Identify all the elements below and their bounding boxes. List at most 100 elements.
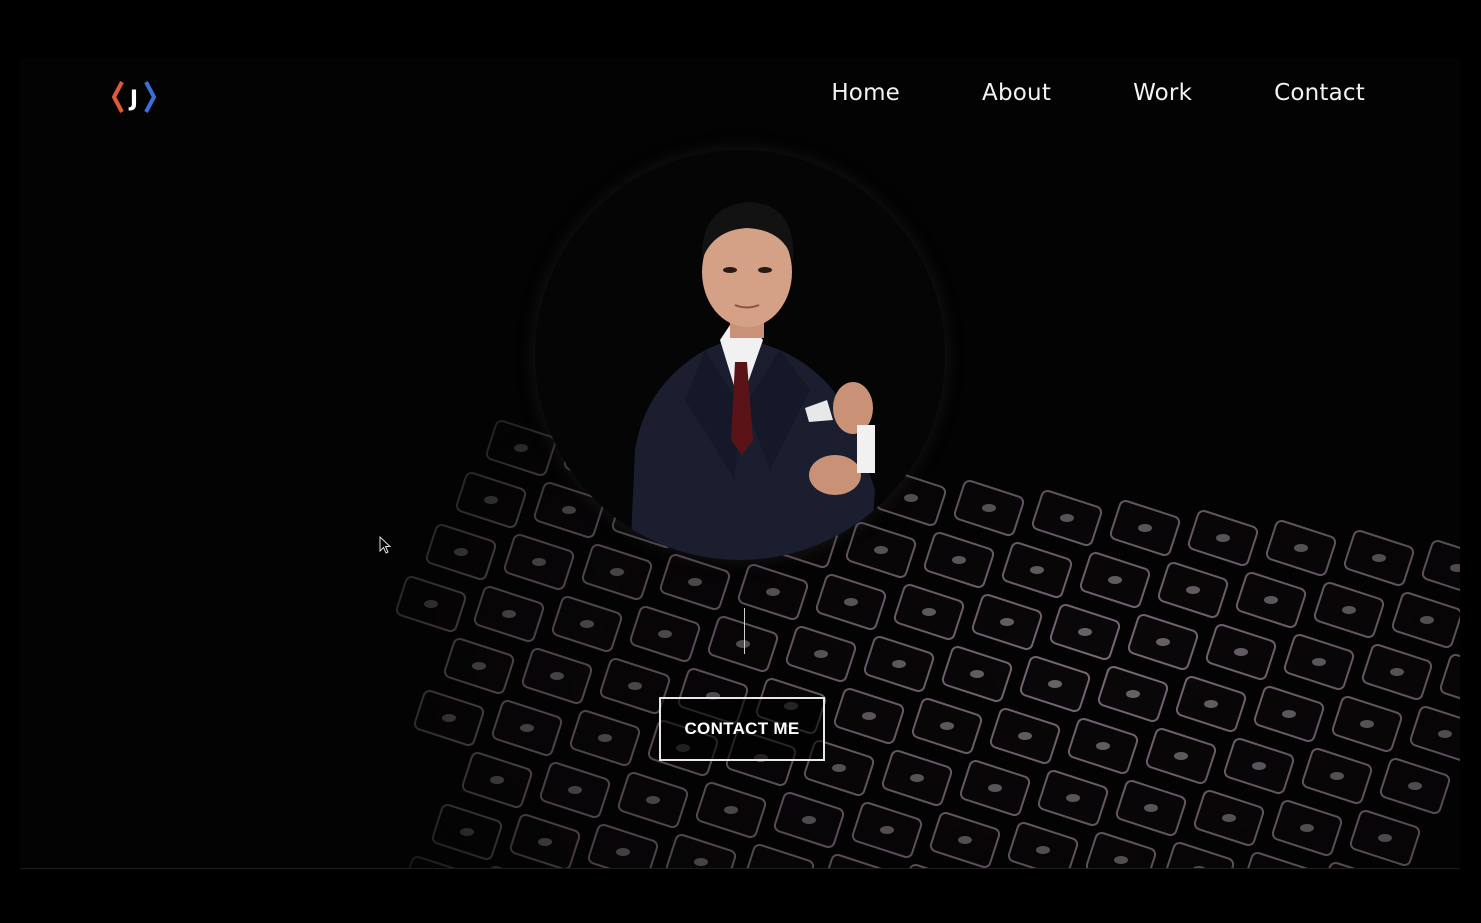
keyboard-key-glyph — [1030, 566, 1044, 574]
keyboard-key — [899, 863, 971, 868]
keyboard-key-glyph — [1378, 834, 1392, 842]
keyboard-key-glyph — [610, 568, 624, 576]
keyboard-key — [1319, 861, 1391, 868]
keyboard-key-glyph — [1078, 628, 1092, 636]
keyboard-key-glyph — [658, 630, 672, 638]
keyboard-key-glyph — [442, 714, 456, 722]
profile-photo-frame — [535, 150, 945, 560]
keyboard-key-glyph — [1000, 618, 1014, 626]
keyboard-key-glyph — [688, 578, 702, 586]
keyboard-key — [1241, 851, 1313, 868]
keyboard-key-glyph — [1420, 616, 1434, 624]
keyboard-key-glyph — [958, 836, 972, 844]
logo-icon[interactable]: J — [110, 78, 158, 116]
keyboard-key — [821, 853, 893, 868]
keyboard-key-glyph — [832, 764, 846, 772]
keyboard-key-glyph — [1036, 846, 1050, 854]
keyboard-key-glyph — [1282, 710, 1296, 718]
keyboard-key-glyph — [940, 722, 954, 730]
keyboard-key — [1409, 705, 1460, 763]
vertical-divider — [744, 608, 745, 654]
keyboard-key-glyph — [736, 640, 750, 648]
keyboard-key-glyph — [550, 672, 564, 680]
keyboard-key-glyph — [1186, 586, 1200, 594]
keyboard-key-glyph — [1144, 804, 1158, 812]
main-nav: Home About Work Contact — [749, 80, 1365, 106]
profile-photo — [630, 202, 875, 560]
keyboard-key-glyph — [1126, 690, 1140, 698]
keyboard-key-glyph — [568, 786, 582, 794]
keyboard-key — [743, 843, 815, 868]
keyboard-key-glyph — [1216, 534, 1230, 542]
keyboard-key-glyph — [1300, 824, 1314, 832]
keyboard-key-glyph — [844, 598, 858, 606]
keyboard-key-glyph — [1372, 554, 1386, 562]
nav-about[interactable]: About — [982, 80, 1051, 106]
nav-work[interactable]: Work — [1133, 80, 1192, 106]
keyboard-key-glyph — [1204, 700, 1218, 708]
keyboard-key — [1163, 841, 1235, 868]
keyboard-key-glyph — [922, 608, 936, 616]
contact-me-button[interactable]: CONTACT ME — [659, 697, 825, 761]
logo-letter: J — [128, 87, 138, 112]
keyboard-key-glyph — [1138, 524, 1152, 532]
mouse-cursor-icon — [379, 536, 392, 554]
keyboard-key-glyph — [952, 556, 966, 564]
keyboard-key — [587, 823, 659, 868]
keyboard-key-glyph — [694, 858, 708, 866]
keyboard-key-glyph — [988, 784, 1002, 792]
keyboard-key-glyph — [802, 816, 816, 824]
keyboard-key-glyph — [1438, 730, 1452, 738]
keyboard-key-glyph — [1342, 606, 1356, 614]
keyboard-key-glyph — [1048, 680, 1062, 688]
keyboard-key-glyph — [910, 774, 924, 782]
keyboard-key-glyph — [1096, 742, 1110, 750]
keyboard-key — [479, 865, 551, 868]
keyboard-key-glyph — [454, 548, 468, 556]
keyboard-key-glyph — [1390, 668, 1404, 676]
keyboard-key-glyph — [1018, 732, 1032, 740]
keyboard-key-glyph — [628, 682, 642, 690]
keyboard-key-glyph — [970, 670, 984, 678]
keyboard-key — [1439, 653, 1460, 711]
keyboard-key — [1007, 821, 1079, 868]
keyboard-key-glyph — [616, 848, 630, 856]
keyboard-key-glyph — [598, 734, 612, 742]
keyboard-key-glyph — [484, 496, 498, 504]
keyboard-key-glyph — [1108, 576, 1122, 584]
keyboard-key-glyph — [862, 712, 876, 720]
keyboard-key-glyph — [1114, 856, 1128, 864]
keyboard-key-glyph — [1222, 814, 1236, 822]
nav-home[interactable]: Home — [831, 80, 900, 106]
keyboard-key-glyph — [880, 826, 894, 834]
keyboard-key-glyph — [646, 796, 660, 804]
keyboard-key-glyph — [1294, 544, 1308, 552]
keyboard-key-glyph — [1312, 658, 1326, 666]
keyboard-key-glyph — [1330, 772, 1344, 780]
keyboard-key-glyph — [472, 662, 486, 670]
keyboard-key-glyph — [514, 444, 528, 452]
keyboard-key-glyph — [538, 838, 552, 846]
keyboard-key-glyph — [1156, 638, 1170, 646]
keyboard-key — [401, 855, 473, 868]
keyboard-key-glyph — [1252, 762, 1266, 770]
keyboard-key-glyph — [982, 504, 996, 512]
keyboard-key-glyph — [460, 828, 474, 836]
keyboard-key-glyph — [424, 600, 438, 608]
keyboard-key-glyph — [1264, 596, 1278, 604]
keyboard-key-glyph — [520, 724, 534, 732]
keyboard-key-glyph — [1234, 648, 1248, 656]
keyboard-key-glyph — [724, 806, 738, 814]
nav-contact[interactable]: Contact — [1274, 80, 1365, 106]
keyboard-key-glyph — [1066, 794, 1080, 802]
keyboard-key-glyph — [490, 776, 504, 784]
keyboard-key-glyph — [1360, 720, 1374, 728]
page-frame: J Home About Work Contact CONTACT ME — [20, 58, 1460, 869]
keyboard-key-glyph — [1174, 752, 1188, 760]
keyboard-key-glyph — [502, 610, 516, 618]
keyboard-key-glyph — [580, 620, 594, 628]
keyboard-key-glyph — [892, 660, 906, 668]
keyboard-key-glyph — [1408, 782, 1422, 790]
keyboard-key-glyph — [1060, 514, 1074, 522]
keyboard-key-glyph — [814, 650, 828, 658]
